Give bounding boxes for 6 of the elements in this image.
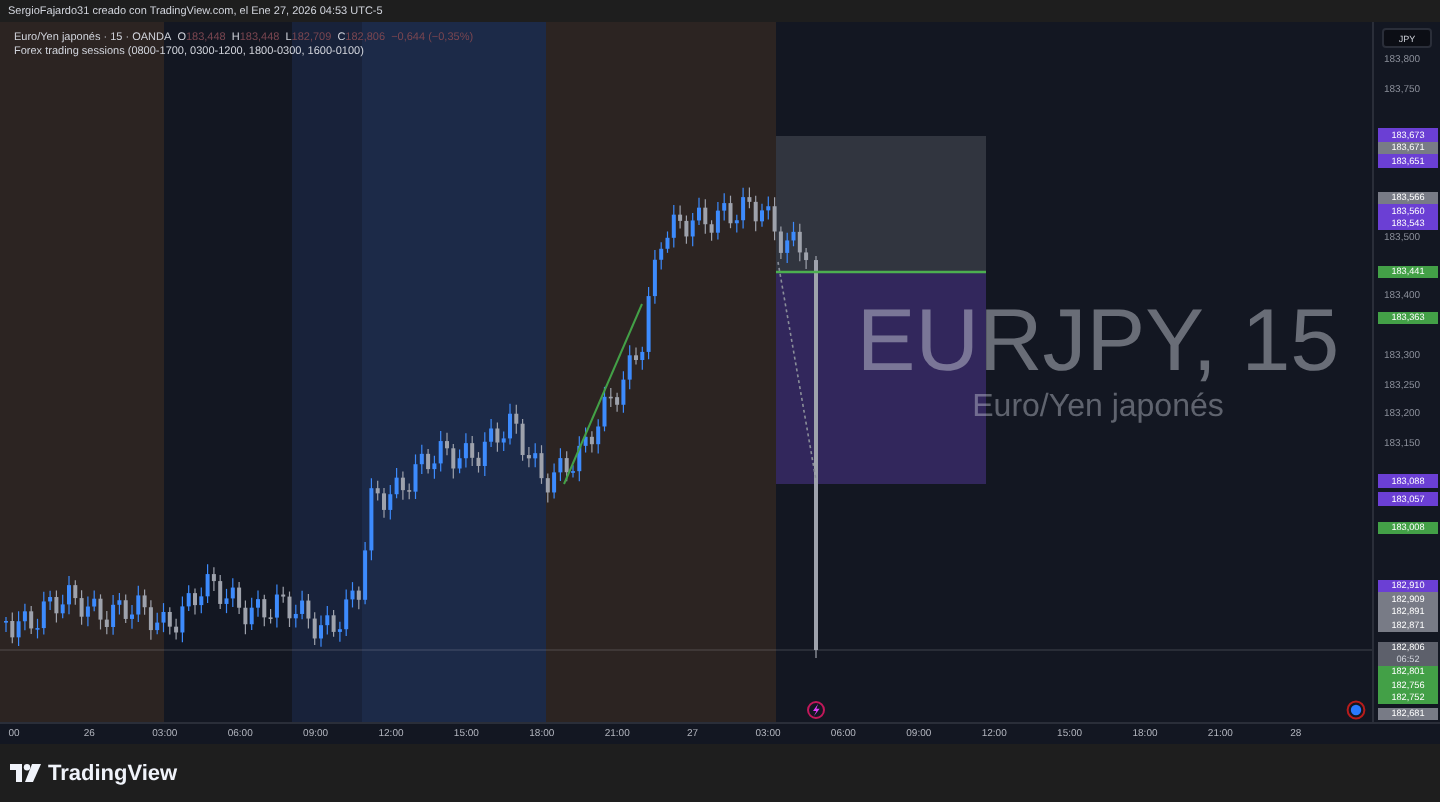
- brand-logo: TradingView: [48, 761, 178, 785]
- logo-icon: [10, 764, 42, 782]
- symbol-watermark: EURJPY, 15: [856, 298, 1340, 386]
- lightning-icon[interactable]: [807, 701, 825, 719]
- symbol-description: Euro/Yen japonés: [972, 390, 1224, 426]
- event-icon[interactable]: [1346, 700, 1366, 720]
